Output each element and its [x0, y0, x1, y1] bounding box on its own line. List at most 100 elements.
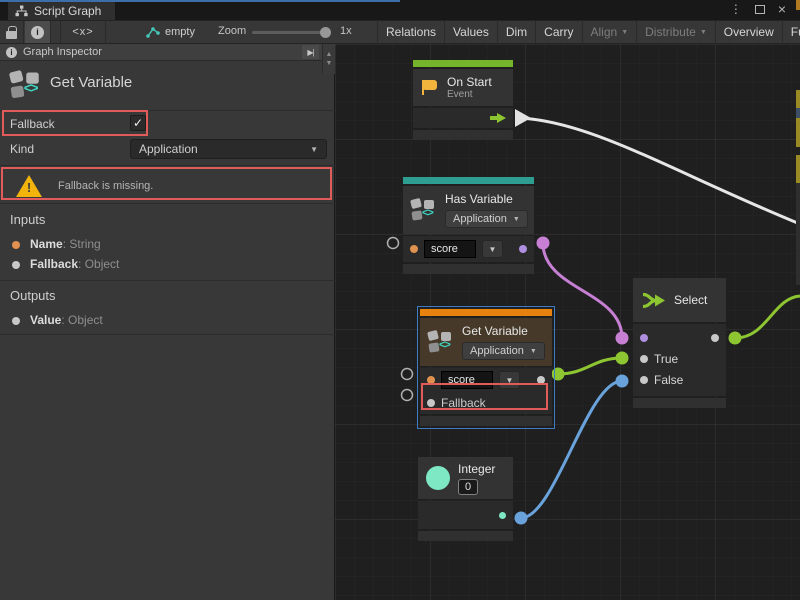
name-input-port[interactable]: [427, 376, 435, 384]
offscreen-node-edge: [796, 155, 800, 183]
kind-property-row: Kind Application ▼: [0, 138, 335, 162]
variables-icon: <>: [411, 198, 437, 222]
port-select-condition[interactable]: [616, 332, 629, 345]
true-input-port[interactable]: [640, 355, 648, 363]
condition-input-port[interactable]: [640, 334, 648, 342]
wires-layer: [335, 44, 800, 600]
node-footer: [420, 416, 552, 426]
node-has-variable[interactable]: <> Has Variable Application ▼ score ▼: [403, 177, 534, 274]
variable-name-field[interactable]: score: [424, 240, 476, 258]
number-output-port[interactable]: [499, 512, 506, 519]
variables-icon: <>: [428, 330, 454, 354]
port-select-output[interactable]: [729, 332, 742, 345]
name-input-port[interactable]: [410, 245, 418, 253]
graph-canvas[interactable]: On Start Event <> Has Variable: [335, 44, 800, 600]
port-select-true[interactable]: [616, 352, 629, 365]
integer-value-field[interactable]: 0: [458, 479, 478, 495]
kind-dropdown[interactable]: Application ▼: [130, 139, 327, 159]
false-input-port[interactable]: [640, 376, 648, 384]
port-get-variable-output[interactable]: [552, 368, 565, 381]
zoom-slider-handle[interactable]: [320, 27, 331, 38]
warning-icon: !: [16, 175, 42, 197]
node-on-start[interactable]: On Start Event: [413, 60, 513, 140]
node-color-bar: [413, 60, 513, 67]
fallback-property-row: Fallback ✓: [0, 113, 335, 137]
output-row-value: Value: Object: [0, 312, 335, 332]
code-view-button[interactable]: <x>: [60, 21, 106, 43]
values-button[interactable]: Values: [444, 21, 497, 43]
wire-start-arrow[interactable]: [515, 109, 531, 127]
graph-breadcrumb[interactable]: empty: [134, 21, 206, 43]
node-title: Select: [674, 293, 707, 307]
input-row-name: Name: String: [0, 236, 335, 256]
integer-circle-icon: [426, 466, 450, 490]
dock-icon[interactable]: ▶|: [302, 45, 319, 59]
chevron-down-icon: ▼: [621, 29, 628, 36]
scroll-up-icon[interactable]: ▲: [326, 50, 333, 59]
wire-control-flow[interactable]: [520, 118, 800, 224]
node-get-variable[interactable]: <> Get Variable Application ▼ score ▼: [420, 309, 552, 426]
kind-dropdown[interactable]: Application ▼: [462, 342, 545, 360]
inspector-toggle-button[interactable]: i: [25, 21, 51, 43]
flow-output-port[interactable]: [490, 113, 506, 123]
tab-script-graph[interactable]: Script Graph: [8, 2, 115, 20]
node-footer: [633, 398, 726, 408]
carry-button[interactable]: Carry: [535, 21, 581, 43]
offscreen-node-edge: [796, 118, 800, 147]
variable-picker-button[interactable]: ▼: [482, 240, 503, 258]
scroll-down-icon[interactable]: ▼: [326, 59, 333, 68]
true-port-label: True: [654, 352, 678, 366]
node-title: Integer: [458, 462, 495, 476]
graph-inspector-panel: i Graph Inspector ▶| ▲ ▼ <> Get Variable…: [0, 44, 335, 600]
window-maximize-icon[interactable]: [755, 5, 765, 14]
wire-object-true[interactable]: [558, 358, 622, 374]
port-unconnected-ring[interactable]: [402, 369, 413, 380]
window-close-icon[interactable]: ×: [778, 2, 786, 16]
relations-button[interactable]: Relations: [377, 21, 444, 43]
value-output-port[interactable]: [537, 376, 545, 384]
kind-dropdown[interactable]: Application ▼: [445, 210, 528, 228]
node-color-bar: [403, 177, 534, 184]
fallback-input-port[interactable]: [427, 399, 435, 407]
selected-node-title: Get Variable: [50, 74, 132, 91]
variable-name-field[interactable]: score: [441, 371, 493, 389]
window-menu-icon[interactable]: ⋮: [730, 3, 742, 15]
inputs-heading: Inputs: [10, 212, 45, 227]
node-title: Has Variable: [445, 192, 528, 206]
overview-button[interactable]: Overview: [715, 21, 782, 43]
kind-value: Application: [139, 142, 198, 156]
port-integer-output[interactable]: [515, 512, 528, 525]
graph-pointer-icon: [145, 26, 160, 39]
graph-toolbar: i <x> empty Zoom 1x Relations Values Dim…: [0, 20, 800, 44]
variable-picker-button[interactable]: ▼: [499, 371, 520, 389]
node-title: On Start: [447, 75, 492, 89]
corner-notch: [796, 0, 800, 10]
inspector-scrollbar[interactable]: ▲ ▼: [322, 44, 335, 74]
port-unconnected-ring[interactable]: [388, 238, 399, 249]
port-select-false[interactable]: [616, 375, 629, 388]
info-icon: i: [31, 26, 44, 39]
bool-output-port[interactable]: [519, 245, 527, 253]
tab-title: Script Graph: [34, 4, 101, 18]
port-unconnected-ring[interactable]: [402, 390, 413, 401]
zoom-slider-track[interactable]: [252, 31, 330, 34]
distribute-button[interactable]: Distribute▼: [636, 21, 715, 43]
selection-output-port[interactable]: [711, 334, 719, 342]
lock-icon: [6, 26, 18, 39]
select-merge-icon: [641, 290, 666, 311]
full-screen-button[interactable]: Full Screen: [782, 21, 800, 43]
lock-button[interactable]: [0, 21, 24, 43]
chevron-down-icon: ▼: [513, 216, 520, 223]
fallback-port-label: Fallback: [441, 396, 486, 410]
kind-label: Kind: [10, 142, 34, 156]
offscreen-node-edge: [796, 90, 800, 108]
selected-node-summary: <> Get Variable: [10, 70, 132, 94]
node-select[interactable]: Select True False: [633, 278, 726, 408]
wire-bool[interactable]: [543, 243, 622, 338]
fallback-checkbox[interactable]: ✓: [130, 115, 146, 131]
dim-button[interactable]: Dim: [497, 21, 535, 43]
node-integer[interactable]: Integer 0: [418, 457, 513, 541]
port-has-variable-output[interactable]: [537, 237, 550, 250]
wire-select-output[interactable]: [735, 296, 800, 338]
align-button[interactable]: Align▼: [582, 21, 637, 43]
